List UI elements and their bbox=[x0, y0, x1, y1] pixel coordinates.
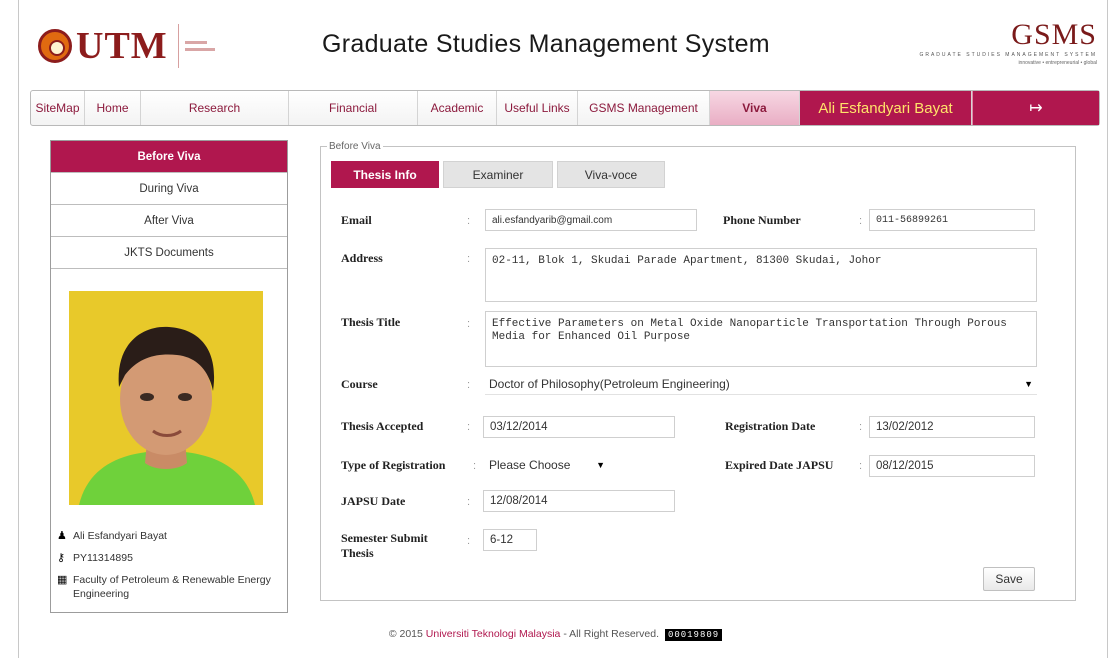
footer-rights: - All Right Reserved. bbox=[563, 628, 660, 640]
visitor-counter: 00019809 bbox=[664, 629, 723, 641]
course-label: Course bbox=[341, 377, 378, 391]
course-colon: : bbox=[467, 379, 471, 391]
before-viva-panel: Before Viva Thesis Info Examiner Viva-vo… bbox=[320, 141, 1076, 601]
utm-logo[interactable]: UTM bbox=[38, 18, 215, 74]
logo-divider bbox=[177, 24, 179, 68]
footer: © 2015 Universiti Teknologi Malaysia - A… bbox=[0, 628, 1111, 641]
logout-button[interactable]: ↦ bbox=[972, 91, 1099, 125]
semester-submit-colon: : bbox=[467, 535, 471, 547]
registration-date-label: Registration Date bbox=[725, 419, 816, 433]
expired-date-field[interactable]: 08/12/2015 bbox=[869, 455, 1035, 477]
nav-user-name[interactable]: Ali Esfandyari Bayat bbox=[800, 91, 972, 125]
utm-seal-icon bbox=[38, 29, 72, 63]
sidebar-item-during-viva[interactable]: During Viva bbox=[51, 173, 287, 205]
email-label: Email bbox=[341, 213, 372, 227]
expired-date-colon: : bbox=[859, 460, 863, 472]
logout-icon: ↦ bbox=[1029, 100, 1043, 117]
registration-type-select[interactable]: Please Choose ▼ bbox=[485, 454, 613, 476]
registration-date-colon: : bbox=[859, 421, 863, 433]
profile-name-row: ♟ Ali Esfandyari Bayat bbox=[57, 529, 273, 543]
thesis-accepted-colon: : bbox=[467, 421, 471, 433]
key-icon: ⚷ bbox=[57, 552, 66, 564]
semester-submit-label: Semester Submit Thesis bbox=[341, 531, 428, 560]
tab-viva-voce[interactable]: Viva-voce bbox=[557, 161, 665, 188]
gsms-logo: GSMS GRADUATE STUDIES MANAGEMENT SYSTEM … bbox=[919, 18, 1097, 66]
thesis-title-colon: : bbox=[467, 318, 471, 330]
dropdown-arrow-icon: ▼ bbox=[1024, 378, 1033, 389]
profile-photo bbox=[69, 291, 263, 505]
expired-date-label: Expired Date JAPSU bbox=[725, 458, 834, 472]
thesis-tabs: Thesis Info Examiner Viva-voce bbox=[331, 161, 669, 188]
gsms-subtagline: innovative • entrepreneurial • global bbox=[1018, 60, 1097, 66]
gsms-tagline: GRADUATE STUDIES MANAGEMENT SYSTEM bbox=[919, 52, 1097, 58]
thesis-title-textarea[interactable]: Effective Parameters on Metal Oxide Nano… bbox=[485, 311, 1037, 367]
address-colon: : bbox=[467, 253, 471, 265]
panel-legend: Before Viva bbox=[327, 141, 383, 152]
registration-type-label: Type of Registration bbox=[341, 458, 446, 472]
footer-copyright: © 2015 bbox=[388, 628, 423, 640]
logo-subtext-decoration bbox=[184, 41, 215, 51]
thesis-title-label: Thesis Title bbox=[341, 315, 401, 329]
registration-date-field[interactable]: 13/02/2012 bbox=[869, 416, 1035, 438]
email-field[interactable]: ali.esfandyarib@gmail.com bbox=[485, 209, 697, 231]
page-title: Graduate Studies Management System bbox=[322, 30, 770, 58]
profile-info: ♟ Ali Esfandyari Bayat ⚷ PY11314895 ▦ Fa… bbox=[57, 529, 273, 609]
nav-gsms-management[interactable]: GSMS Management bbox=[578, 91, 710, 125]
utm-logo-text: UTM bbox=[76, 25, 168, 67]
nav-useful-links[interactable]: Useful Links bbox=[497, 91, 578, 125]
address-textarea[interactable]: 02-11, Blok 1, Skudai Parade Apartment, … bbox=[485, 248, 1037, 302]
course-select[interactable]: Doctor of Philosophy(Petroleum Engineeri… bbox=[485, 373, 1037, 395]
dropdown-arrow-icon: ▼ bbox=[596, 460, 605, 470]
phone-field[interactable]: 011-56899261 bbox=[869, 209, 1035, 231]
nav-financial[interactable]: Financial bbox=[289, 91, 418, 125]
nav-sitemap[interactable]: SiteMap bbox=[31, 91, 85, 125]
semester-submit-field[interactable]: 6-12 bbox=[483, 529, 537, 551]
profile-name: Ali Esfandyari Bayat bbox=[73, 530, 167, 542]
profile-faculty: Faculty of Petroleum & Renewable Energy … bbox=[73, 574, 271, 600]
japsu-date-field[interactable]: 12/08/2014 bbox=[483, 490, 675, 512]
profile-faculty-row: ▦ Faculty of Petroleum & Renewable Energ… bbox=[57, 573, 273, 601]
phone-label: Phone Number bbox=[723, 213, 801, 227]
nav-viva[interactable]: Viva bbox=[710, 91, 800, 125]
nav-home[interactable]: Home bbox=[85, 91, 141, 125]
email-colon: : bbox=[467, 215, 471, 227]
building-icon: ▦ bbox=[57, 574, 68, 586]
tab-thesis-info[interactable]: Thesis Info bbox=[331, 161, 439, 188]
tab-examiner[interactable]: Examiner bbox=[443, 161, 553, 188]
japsu-date-colon: : bbox=[467, 496, 471, 508]
footer-university-link[interactable]: Universiti Teknologi Malaysia bbox=[426, 628, 561, 640]
sidebar-item-after-viva[interactable]: After Viva bbox=[51, 205, 287, 237]
course-select-value: Doctor of Philosophy(Petroleum Engineeri… bbox=[489, 376, 730, 391]
profile-photo-image bbox=[69, 291, 263, 505]
user-icon: ♟ bbox=[57, 530, 67, 542]
nav-research[interactable]: Research bbox=[141, 91, 289, 125]
nav-academic[interactable]: Academic bbox=[418, 91, 497, 125]
registration-type-colon: : bbox=[473, 460, 477, 472]
main-nav: SiteMap Home Research Financial Academic… bbox=[30, 90, 1100, 126]
japsu-date-label: JAPSU Date bbox=[341, 494, 406, 508]
sidebar-item-before-viva[interactable]: Before Viva bbox=[51, 141, 287, 173]
thesis-accepted-label: Thesis Accepted bbox=[341, 419, 424, 433]
sidebar-item-jkts-documents[interactable]: JKTS Documents bbox=[51, 237, 287, 269]
gsms-logo-text: GSMS bbox=[1011, 18, 1097, 51]
phone-colon: : bbox=[859, 215, 863, 227]
thesis-accepted-field[interactable]: 03/12/2014 bbox=[483, 416, 675, 438]
profile-id-row: ⚷ PY11314895 bbox=[57, 551, 273, 565]
address-label: Address bbox=[341, 251, 383, 265]
profile-id: PY11314895 bbox=[73, 552, 133, 564]
registration-type-value: Please Choose bbox=[489, 458, 571, 472]
save-button[interactable]: Save bbox=[983, 567, 1035, 591]
sidebar: Before Viva During Viva After Viva JKTS … bbox=[50, 140, 288, 613]
